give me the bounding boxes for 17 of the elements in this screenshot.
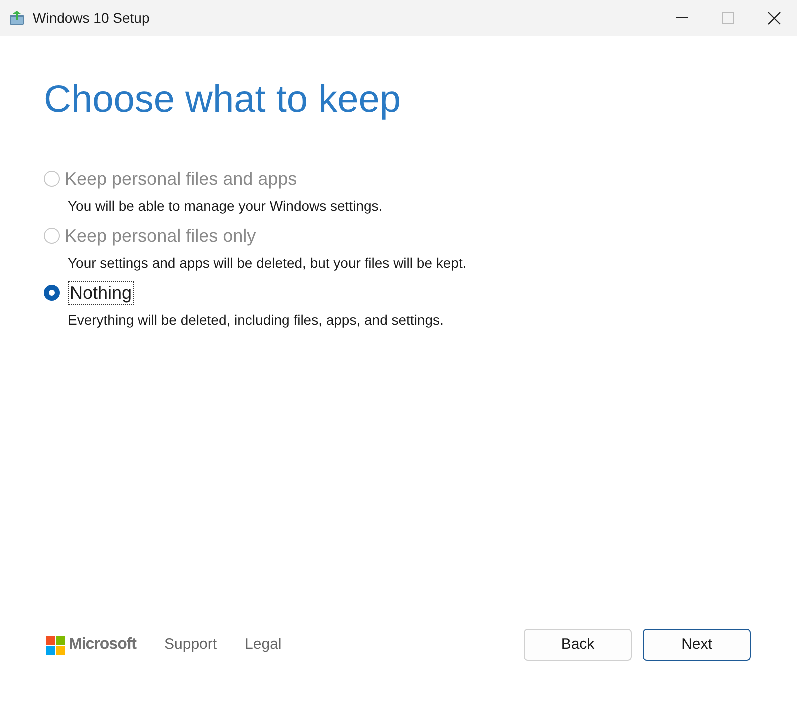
footer-link[interactable]: Support: [164, 634, 218, 656]
minimize-icon: [676, 17, 688, 19]
wizard-button[interactable]: Next: [643, 629, 751, 661]
wizard-button[interactable]: Back: [524, 629, 632, 661]
option-label[interactable]: Nothing: [69, 282, 134, 304]
maximize-icon: [722, 12, 734, 24]
logo-icon: [46, 636, 65, 654]
brand-name: Microsoft: [69, 635, 136, 655]
close-icon: [768, 12, 780, 24]
option-description: Your settings and apps will be deleted, but your files will be kept.: [68, 254, 468, 272]
option-description: You will be able to manage your Windows settings.: [68, 197, 384, 215]
page-heading: Choose what to keep: [44, 78, 402, 123]
footer-link[interactable]: Legal: [245, 634, 282, 656]
radio-button[interactable]: [44, 285, 60, 301]
setup-icon: [9, 10, 25, 26]
window-title: Windows 10 Setup: [33, 8, 150, 28]
option-description: Everything will be deleted, including files, apps, and settings.: [68, 311, 445, 329]
